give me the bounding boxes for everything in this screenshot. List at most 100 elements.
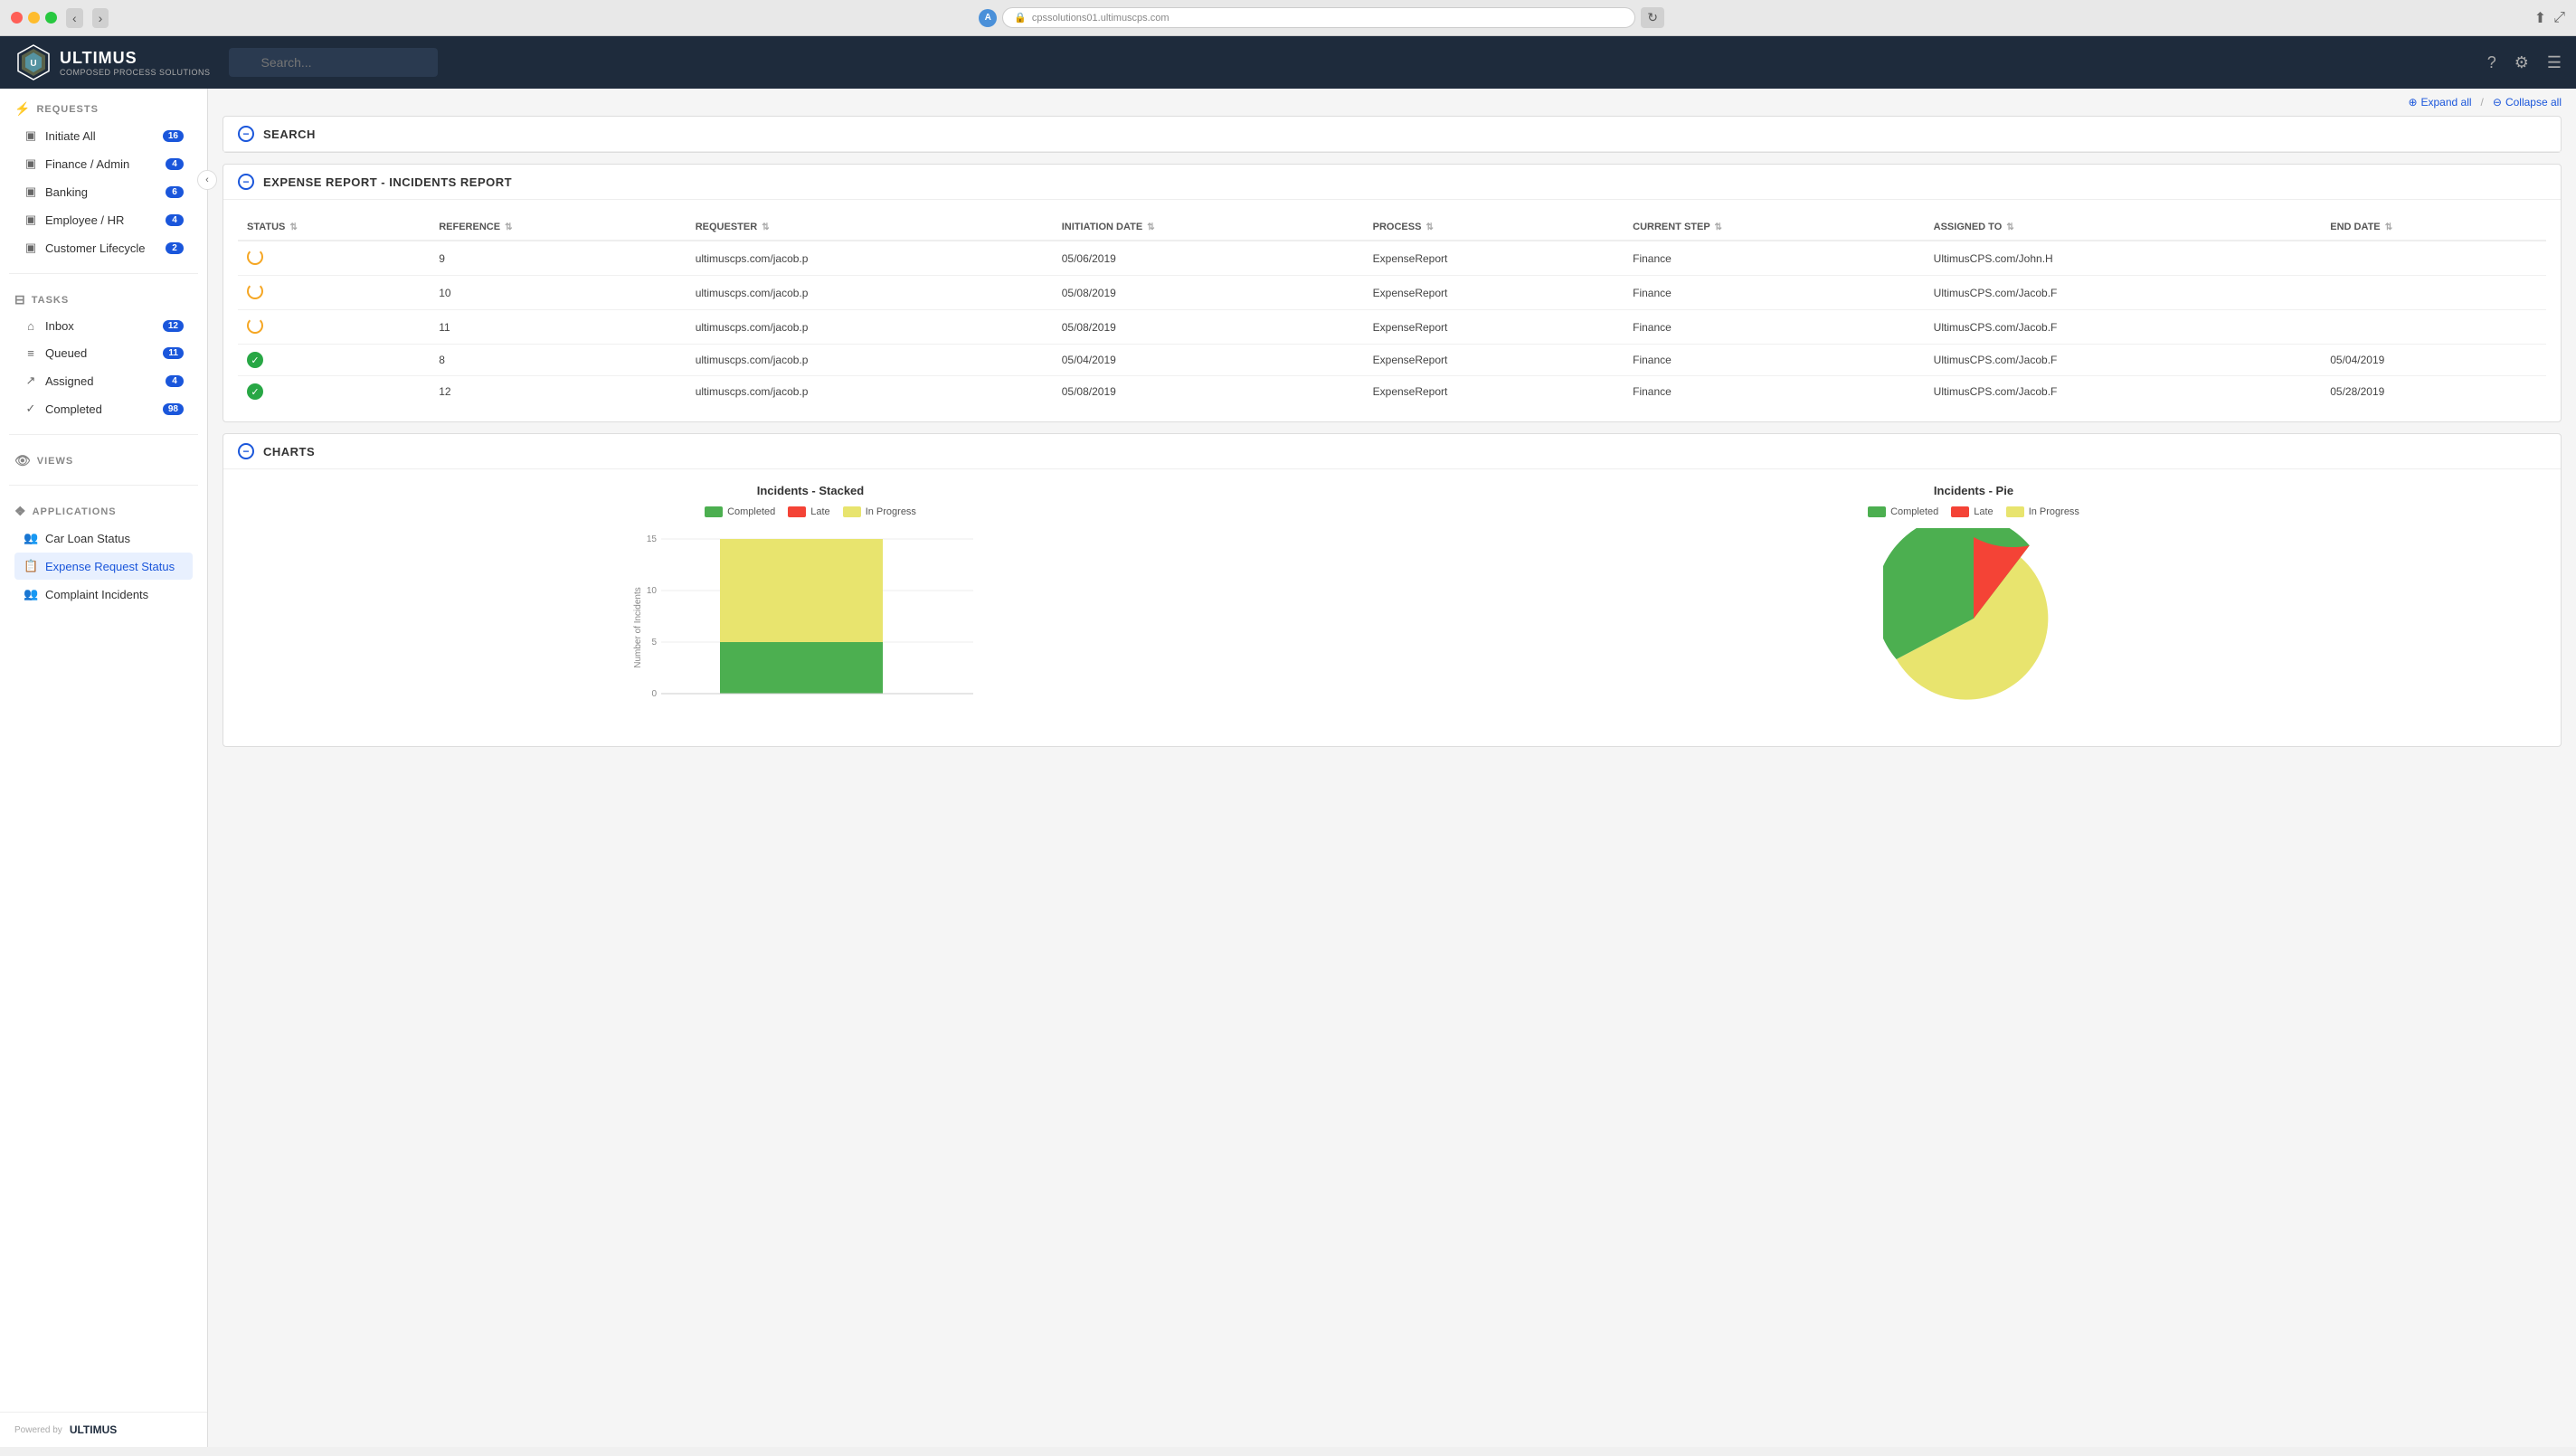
sidebar-section-applications: ❖ APPLICATIONS 👥 Car Loan Status 📋 Expen…	[0, 491, 207, 614]
app: U ULTIMUS COMPOSED PROCESS SOLUTIONS 🔍 ?…	[0, 36, 2576, 1447]
status-icon-in-progress	[247, 317, 263, 334]
help-button[interactable]: ?	[2487, 53, 2496, 72]
cell-end_date: 05/28/2019	[2321, 376, 2546, 408]
divider-2	[9, 434, 198, 435]
sidebar-item-employee-hr[interactable]: ▣ Employee / HR 4	[14, 206, 193, 233]
cell-reference: 10	[430, 276, 687, 310]
minimize-button[interactable]	[28, 12, 40, 24]
col-initiation-date[interactable]: INITIATION DATE ⇅	[1053, 214, 1364, 241]
col-requester[interactable]: REQUESTER ⇅	[687, 214, 1053, 241]
table-row: ✓8ultimuscps.com/jacob.p05/04/2019Expens…	[238, 345, 2546, 376]
stacked-chart-legend: Completed Late In Progress	[238, 506, 1383, 517]
maximize-button[interactable]	[45, 12, 57, 24]
cell-assigned_to: UltimusCPS.com/Jacob.F	[1925, 376, 2322, 408]
collapse-all-button[interactable]: ⊖ Collapse all	[2493, 96, 2562, 109]
complaint-icon: 👥	[24, 587, 38, 601]
badge-employee-hr: 4	[166, 214, 184, 226]
charts-panel-title: CHARTS	[263, 445, 315, 459]
sidebar-item-finance-admin[interactable]: ▣ Finance / Admin 4	[14, 150, 193, 177]
col-assigned-to[interactable]: ASSIGNED TO ⇅	[1925, 214, 2322, 241]
cell-requester: ultimuscps.com/jacob.p	[687, 345, 1053, 376]
pie-legend-in-progress: In Progress	[2006, 506, 2079, 517]
sidebar-item-initiate-all[interactable]: ▣ Initiate All 16	[14, 122, 193, 149]
sidebar-item-complaint-incidents[interactable]: 👥 Complaint Incidents	[14, 581, 193, 608]
charts-container: Incidents - Stacked Completed Late	[223, 469, 2561, 746]
search-wrapper: 🔍	[229, 48, 2469, 77]
table-row: ✓12ultimuscps.com/jacob.p05/08/2019Expen…	[238, 376, 2546, 408]
badge-finance-admin: 4	[166, 158, 184, 170]
close-button[interactable]	[11, 12, 23, 24]
bar-in-progress	[720, 539, 883, 642]
cell-initiation_date: 05/08/2019	[1053, 276, 1364, 310]
menu-button[interactable]: ☰	[2547, 53, 2562, 72]
col-status[interactable]: STATUS ⇅	[238, 214, 430, 241]
sidebar-item-customer-lifecycle[interactable]: ▣ Customer Lifecycle 2	[14, 234, 193, 261]
pie-legend-late-color	[1951, 506, 1969, 517]
bar-completed	[720, 642, 883, 694]
col-process[interactable]: PROCESS ⇅	[1364, 214, 1624, 241]
cell-current_step: Finance	[1624, 241, 1925, 276]
fullscreen-button[interactable]: ⤢	[2553, 9, 2565, 27]
status-icon-done: ✓	[247, 352, 263, 368]
cell-process: ExpenseReport	[1364, 276, 1624, 310]
col-current-step[interactable]: CURRENT STEP ⇅	[1624, 214, 1925, 241]
search-panel-toggle[interactable]: −	[238, 126, 254, 142]
search-panel-header: − SEARCH	[223, 117, 2561, 152]
share-button[interactable]: ⬆	[2534, 9, 2546, 27]
browser-actions: ⬆ ⤢	[2534, 9, 2565, 27]
expense-panel-toggle[interactable]: −	[238, 174, 254, 190]
expand-all-button[interactable]: ⊕ Expand all	[2408, 96, 2471, 109]
assigned-icon: ↗	[24, 373, 38, 388]
cell-current_step: Finance	[1624, 345, 1925, 376]
sidebar-collapse-button[interactable]: ‹	[197, 170, 217, 190]
address-bar[interactable]: 🔒 cpssolutions01.ultimuscps.com	[1002, 7, 1635, 28]
completed-icon: ✓	[24, 402, 38, 416]
logo-text: ULTIMUS COMPOSED PROCESS SOLUTIONS	[60, 49, 211, 77]
cell-current_step: Finance	[1624, 376, 1925, 408]
col-end-date[interactable]: END DATE ⇅	[2321, 214, 2546, 241]
badge-inbox: 12	[163, 320, 184, 332]
svg-text:0: 0	[651, 689, 657, 699]
sidebar-item-queued[interactable]: ≡ Queued 11	[14, 340, 193, 366]
pie-chart-wrapper: Incidents - Pie Completed Late	[1401, 484, 2546, 732]
logo-area: U ULTIMUS COMPOSED PROCESS SOLUTIONS	[14, 43, 211, 81]
col-reference[interactable]: REFERENCE ⇅	[430, 214, 687, 241]
logo-icon: U	[14, 43, 52, 81]
cell-current_step: Finance	[1624, 310, 1925, 345]
pie-chart-svg	[1883, 528, 2064, 709]
pie-legend-in-progress-color	[2006, 506, 2024, 517]
tab-bar: A 🔒 cpssolutions01.ultimuscps.com ↻	[118, 7, 2524, 28]
sidebar-item-car-loan[interactable]: 👥 Car Loan Status	[14, 525, 193, 552]
legend-completed-color	[705, 506, 723, 517]
sidebar-item-assigned[interactable]: ↗ Assigned 4	[14, 367, 193, 394]
expense-icon: 📋	[24, 559, 38, 573]
back-button[interactable]: ‹	[66, 8, 83, 28]
forward-button[interactable]: ›	[92, 8, 109, 28]
content-area: ⊕ Expand all / ⊖ Collapse all − SEARCH −…	[208, 89, 2576, 1447]
cell-end_date: 05/04/2019	[2321, 345, 2546, 376]
sidebar-item-banking[interactable]: ▣ Banking 6	[14, 178, 193, 205]
tasks-icon: ⊟	[14, 292, 26, 307]
legend-late-color	[788, 506, 806, 517]
search-input[interactable]	[229, 48, 438, 77]
sidebar: ⚡ REQUESTS ▣ Initiate All 16 ▣ Finance /…	[0, 89, 208, 1447]
sidebar-item-inbox[interactable]: ⌂ Inbox 12	[14, 313, 193, 339]
search-panel-title: SEARCH	[263, 128, 316, 141]
cell-process: ExpenseReport	[1364, 376, 1624, 408]
cell-assigned_to: UltimusCPS.com/Jacob.F	[1925, 345, 2322, 376]
status-cell	[238, 276, 430, 310]
expense-report-body: STATUS ⇅ REFERENCE ⇅ REQUESTER ⇅ INITIAT…	[223, 200, 2561, 421]
reload-button[interactable]: ↻	[1641, 7, 1664, 28]
cell-end_date	[2321, 310, 2546, 345]
sidebar-item-expense-request[interactable]: 📋 Expense Request Status	[14, 553, 193, 580]
charts-panel-header: − CHARTS	[223, 434, 2561, 469]
status-cell: ✓	[238, 345, 430, 376]
sidebar-container: ⚡ REQUESTS ▣ Initiate All 16 ▣ Finance /…	[0, 89, 208, 1447]
charts-panel-toggle[interactable]: −	[238, 443, 254, 459]
sidebar-item-completed[interactable]: ✓ Completed 98	[14, 395, 193, 422]
legend-completed: Completed	[705, 506, 775, 517]
settings-button[interactable]: ⚙	[2514, 53, 2529, 72]
expense-table: STATUS ⇅ REFERENCE ⇅ REQUESTER ⇅ INITIAT…	[238, 214, 2546, 407]
cell-requester: ultimuscps.com/jacob.p	[687, 376, 1053, 408]
inbox-icon: ⌂	[24, 319, 38, 333]
